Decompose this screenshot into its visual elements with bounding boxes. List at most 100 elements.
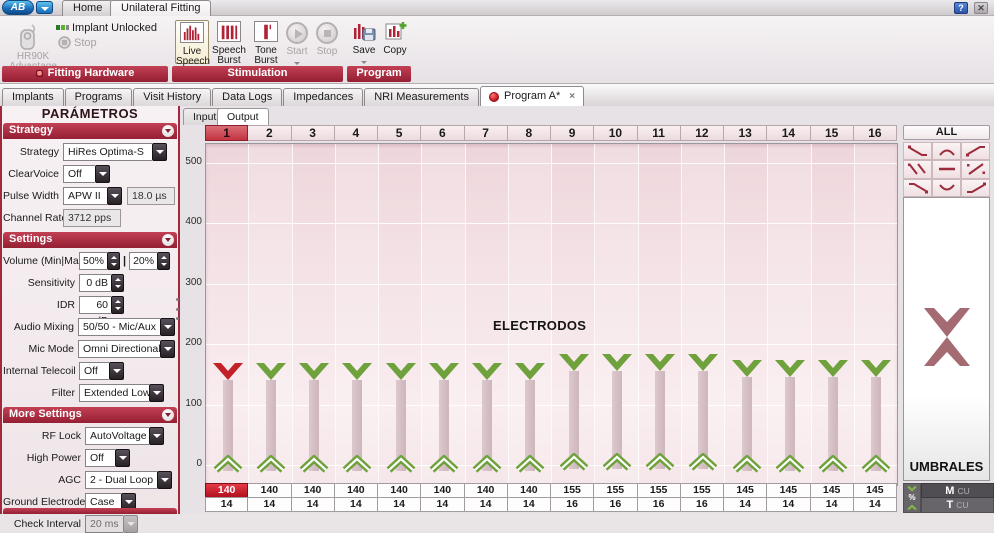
all-electrodes-button[interactable]: ALL [903,125,990,140]
electrode-header-7[interactable]: 7 [465,125,508,141]
stop-stimulation-button[interactable]: Stop [314,22,340,57]
tab-home[interactable]: Home [62,0,113,16]
section-header-strategy[interactable]: Strategy [3,123,177,139]
t-level-marker-1[interactable] [211,455,245,474]
tone-burst-button[interactable]: Tone Burst [249,20,283,64]
m-value-2[interactable]: 140 [248,483,291,498]
tab-nri-measurements[interactable]: NRI Measurements [364,88,479,106]
m-value-7[interactable]: 140 [465,483,508,498]
strategy-select[interactable]: HiRes Optima-S [63,143,167,161]
electrode-header-14[interactable]: 14 [767,125,810,141]
hardware-dialog-launcher-icon[interactable] [36,70,43,77]
volume-min-stepper[interactable]: 50% [79,252,120,270]
m-value-1[interactable]: 140 [205,483,248,498]
tilt-up-right-icon[interactable] [961,142,990,160]
t-level-marker-16[interactable] [859,455,893,474]
t-value-9[interactable]: 16 [551,497,594,512]
m-value-3[interactable]: 140 [292,483,335,498]
electrode-header-8[interactable]: 8 [508,125,551,141]
t-value-13[interactable]: 14 [724,497,767,512]
m-level-marker-1[interactable] [213,362,243,380]
t-level-marker-12[interactable] [686,453,720,472]
chevron-down-icon[interactable] [95,165,110,183]
arch-down-icon[interactable] [932,179,961,197]
m-level-marker-16[interactable] [861,359,891,377]
chevron-down-icon[interactable] [160,318,175,336]
audio-mixing-select[interactable]: 50/50 - Mic/Aux [78,318,175,336]
chevron-down-icon[interactable] [157,471,172,489]
tab-output[interactable]: Output [217,108,269,125]
electrode-header-10[interactable]: 10 [594,125,637,141]
t-value-16[interactable]: 14 [854,497,897,512]
electrode-header-2[interactable]: 2 [248,125,291,141]
m-value-15[interactable]: 145 [811,483,854,498]
electrode-header-1[interactable]: 1 [205,125,248,141]
m-level-marker-5[interactable] [386,362,416,380]
close-window-button[interactable]: ✕ [974,2,988,14]
shift-down-icon[interactable] [903,160,932,178]
stop-hardware-label[interactable]: Stop [74,37,97,49]
m-value-16[interactable]: 145 [854,483,897,498]
tab-data-logs[interactable]: Data Logs [212,88,282,106]
shift-up-icon[interactable] [961,160,990,178]
collapse-section-icon[interactable] [162,234,174,246]
internal-telecoil-select[interactable]: Off [79,362,124,380]
t-value-15[interactable]: 14 [811,497,854,512]
t-value-8[interactable]: 14 [508,497,551,512]
live-speech-button[interactable]: Live Speech [175,20,209,64]
t-value-3[interactable]: 14 [292,497,335,512]
chevron-down-icon[interactable] [107,187,122,205]
t-value-12[interactable]: 16 [681,497,724,512]
collapse-section-icon[interactable] [162,409,174,421]
m-value-5[interactable]: 140 [378,483,421,498]
t-value-10[interactable]: 16 [594,497,637,512]
t-level-marker-7[interactable] [470,455,504,474]
electrode-header-11[interactable]: 11 [638,125,681,141]
start-stimulation-button[interactable]: Start [284,22,310,68]
m-value-8[interactable]: 140 [508,483,551,498]
copy-program-button[interactable]: Copy [380,20,410,56]
m-level-marker-4[interactable] [342,362,372,380]
t-level-marker-2[interactable] [254,455,288,474]
arch-up-icon[interactable] [932,142,961,160]
chevron-down-icon[interactable] [160,340,175,358]
electrode-header-5[interactable]: 5 [378,125,421,141]
t-level-marker-10[interactable] [600,453,634,472]
m-level-marker-13[interactable] [732,359,762,377]
electrode-level-chart[interactable]: ELECTRODOS [205,143,898,486]
tab-visit-history[interactable]: Visit History [133,88,211,106]
tilt-down-left-icon[interactable] [961,179,990,197]
t-level-marker-13[interactable] [730,455,764,474]
t-level-marker-5[interactable] [384,455,418,474]
chevron-down-icon[interactable] [152,143,167,161]
m-value-10[interactable]: 155 [594,483,637,498]
t-level-marker-4[interactable] [340,455,374,474]
electrode-header-16[interactable]: 16 [854,125,897,141]
m-level-marker-3[interactable] [299,362,329,380]
filter-select[interactable]: Extended Low [79,384,164,402]
electrode-header-12[interactable]: 12 [681,125,724,141]
high-power-select[interactable]: Off [85,449,130,467]
m-level-marker-11[interactable] [645,353,675,371]
t-level-marker-11[interactable] [643,453,677,472]
t-level-marker-14[interactable] [773,455,807,474]
m-level-marker-9[interactable] [559,353,589,371]
tab-programs[interactable]: Programs [65,88,133,106]
t-value-11[interactable]: 16 [638,497,681,512]
electrode-header-4[interactable]: 4 [335,125,378,141]
t-value-4[interactable]: 14 [335,497,378,512]
collapsed-section-header[interactable] [3,508,177,514]
m-level-marker-6[interactable] [429,362,459,380]
electrode-header-13[interactable]: 13 [724,125,767,141]
m-value-11[interactable]: 155 [638,483,681,498]
help-button[interactable]: ? [954,2,968,14]
m-level-marker-15[interactable] [818,359,848,377]
tilt-down-right-icon[interactable] [903,142,932,160]
m-value-4[interactable]: 140 [335,483,378,498]
collapse-section-icon[interactable] [162,125,174,137]
section-header-more-settings[interactable]: More Settings [3,407,177,423]
tilt-up-left-icon[interactable] [903,179,932,197]
mic-mode-select[interactable]: Omni Directional [78,340,175,358]
t-level-marker-8[interactable] [513,455,547,474]
chevron-down-icon[interactable] [109,362,124,380]
